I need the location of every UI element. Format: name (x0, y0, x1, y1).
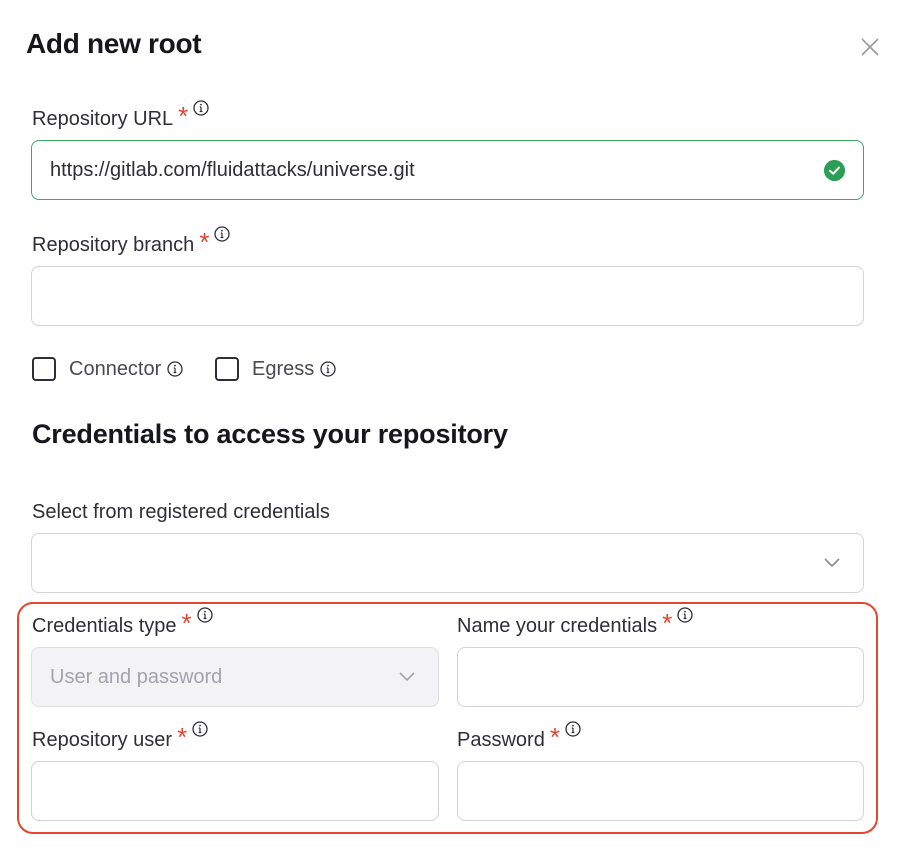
info-icon[interactable] (197, 607, 213, 623)
credentials-name-input[interactable] (457, 647, 864, 707)
credentials-section-title: Credentials to access your repository (32, 419, 508, 449)
repository-url-label: Repository URL * (32, 100, 209, 131)
required-mark: * (549, 722, 560, 752)
info-icon[interactable] (193, 100, 209, 116)
password-label: Password * (457, 721, 581, 752)
info-icon[interactable] (214, 226, 231, 242)
info-icon[interactable] (167, 361, 183, 377)
repository-branch-label: Repository branch * (32, 226, 231, 257)
repository-user-label: Repository user * (32, 721, 208, 752)
connector-option: Connector (69, 356, 183, 382)
modal-title: Add new root (26, 28, 202, 59)
password-input[interactable] (457, 761, 864, 821)
repository-url-input[interactable]: https://gitlab.com/fluidattacks/universe… (31, 140, 864, 200)
required-mark: * (181, 608, 192, 638)
credentials-type-select[interactable]: User and password (31, 647, 439, 707)
required-mark: * (199, 227, 210, 257)
info-icon[interactable] (192, 721, 208, 737)
chevron-down-icon (824, 558, 840, 568)
registered-credentials-select[interactable] (31, 533, 864, 593)
repository-branch-input[interactable] (31, 266, 864, 326)
repository-url-value: https://gitlab.com/fluidattacks/universe… (50, 159, 415, 181)
required-mark: * (662, 608, 673, 638)
connector-checkbox[interactable] (32, 357, 56, 381)
egress-option: Egress (252, 356, 336, 382)
info-icon[interactable] (677, 607, 693, 623)
info-icon[interactable] (320, 361, 336, 377)
egress-checkbox[interactable] (215, 357, 239, 381)
info-icon[interactable] (565, 721, 581, 737)
registered-credentials-label: Select from registered credentials (32, 501, 330, 523)
credentials-type-label: Credentials type * (32, 607, 213, 638)
required-mark: * (177, 722, 188, 752)
credentials-name-label: Name your credentials * (457, 607, 693, 638)
valid-check-icon (824, 160, 845, 181)
chevron-down-icon (399, 672, 415, 682)
repository-user-input[interactable] (31, 761, 439, 821)
close-icon[interactable] (858, 35, 882, 59)
required-mark: * (178, 101, 189, 131)
